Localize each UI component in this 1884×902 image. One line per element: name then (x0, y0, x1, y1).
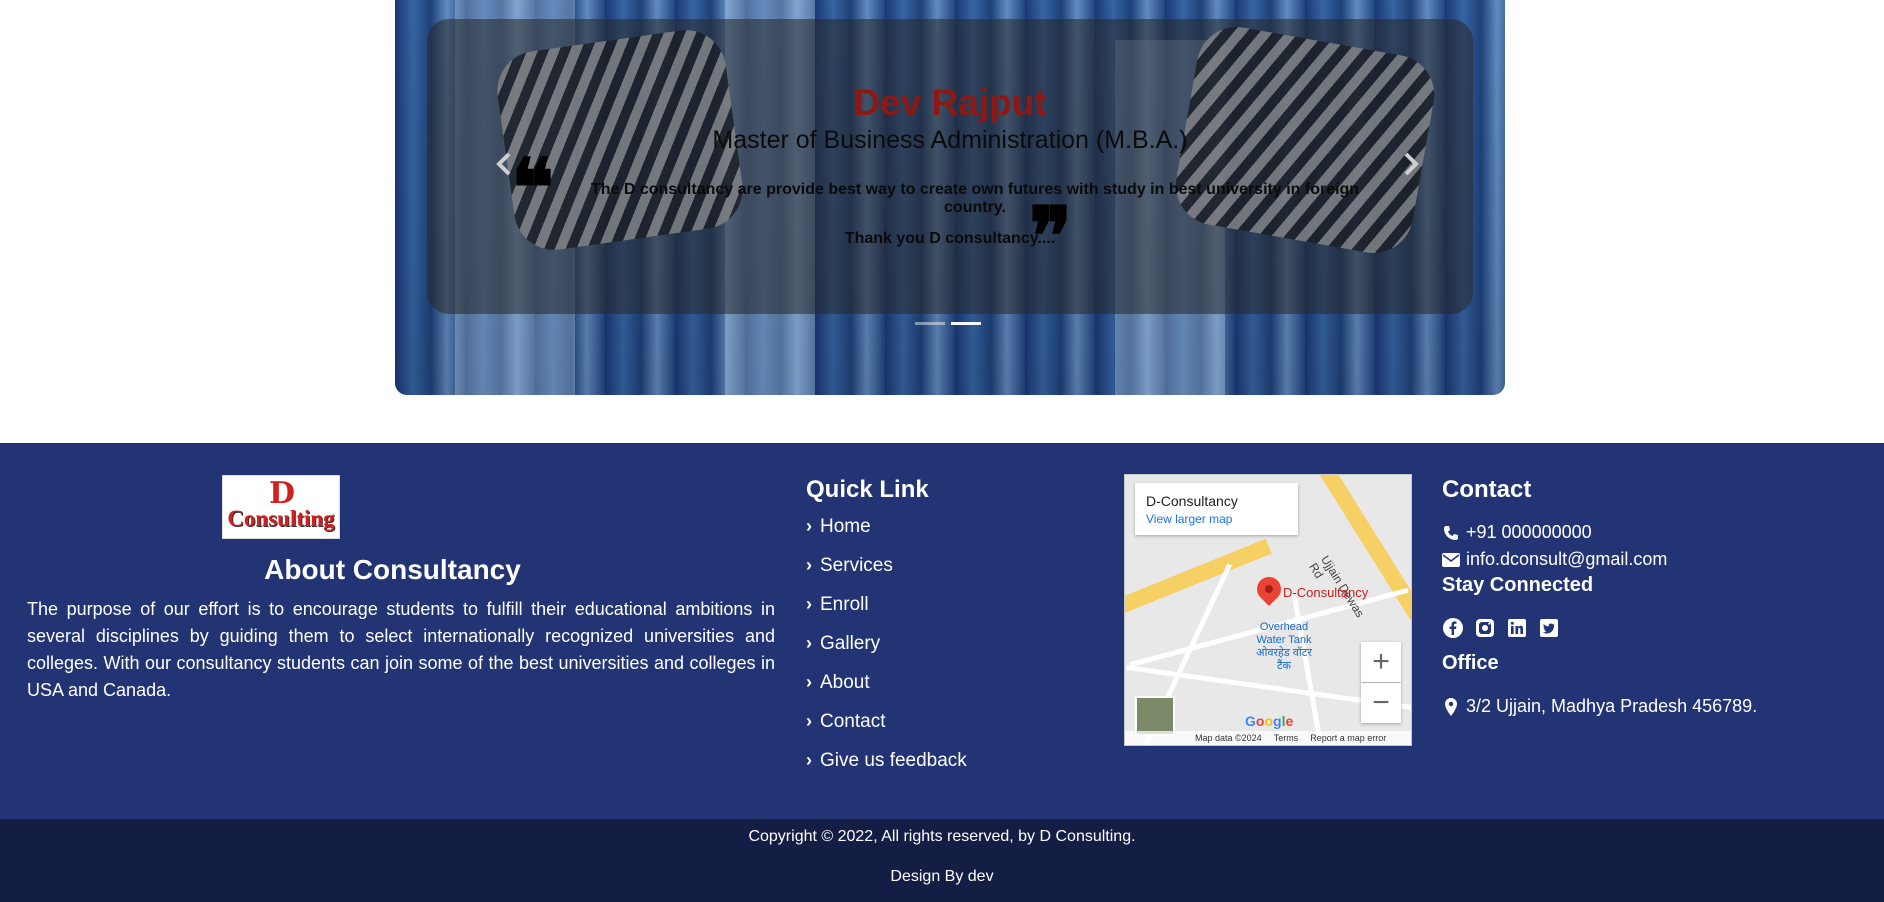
chevron-right-icon: › (806, 633, 812, 653)
testimonial-quote: The D consultancy are provide best way t… (590, 181, 1360, 216)
testimonial-thanks: Thank you D consultancy.... (844, 230, 1056, 247)
quick-link-label: Enroll (820, 594, 869, 615)
chevron-right-icon: › (806, 711, 812, 731)
quick-link-label: Services (820, 555, 893, 576)
quick-link-label: About (820, 672, 870, 693)
quick-link-feedback[interactable]: › Give us feedback (806, 750, 967, 789)
phone-number: +91 000000000 (1466, 522, 1592, 542)
testimonial-degree: Master of Business Administration (M.B.A… (712, 126, 1188, 154)
quick-link-gallery[interactable]: › Gallery (806, 633, 967, 672)
chevron-right-icon: › (806, 594, 812, 614)
social-links (1442, 617, 1560, 639)
testimonial-card (427, 19, 1473, 314)
testimonial-name: Dev Rajput (853, 82, 1047, 123)
map-pin-dot (1265, 585, 1273, 593)
map-attribution-bar: Map data ©2024 Terms Report a map error (1125, 731, 1411, 745)
logo-text: Consulting (227, 506, 335, 531)
linkedin-icon[interactable] (1506, 617, 1528, 639)
chevron-left-icon (496, 152, 511, 176)
phone-icon (1442, 524, 1460, 542)
map-zoom-in-button[interactable]: + (1361, 642, 1401, 682)
about-text: The purpose of our effort is to encourag… (27, 599, 775, 700)
view-larger-map-link[interactable]: View larger map (1146, 512, 1298, 526)
quick-link-about[interactable]: › About (806, 672, 967, 711)
quick-link-home[interactable]: › Home (806, 516, 967, 555)
map-zoom-out-button[interactable]: − (1361, 683, 1401, 723)
consulting-logo: D Consulting (222, 475, 340, 539)
about-title: About Consultancy (264, 554, 521, 585)
quick-link-label: Home (820, 516, 871, 537)
email-address: info.dconsult@gmail.com (1466, 549, 1668, 569)
google-logo: Google (1245, 713, 1294, 729)
quick-link-title: Quick Link (806, 476, 929, 503)
map-terms-link[interactable]: Terms (1274, 733, 1299, 743)
quick-link-label: Contact (820, 711, 886, 732)
map-place-card: D-Consultancy View larger map (1135, 483, 1298, 535)
quick-link-enroll[interactable]: › Enroll (806, 594, 967, 633)
office-address: 3/2 Ujjain, Madhya Pradesh 456789. (1442, 696, 1757, 717)
chevron-right-icon: › (806, 555, 812, 575)
office-title: Office (1442, 652, 1499, 674)
twitter-icon[interactable] (1538, 617, 1560, 639)
map-satellite-toggle[interactable] (1135, 696, 1175, 736)
chevron-right-icon (1404, 152, 1419, 176)
quick-link-services[interactable]: › Services (806, 555, 967, 594)
chevron-right-icon: › (806, 750, 812, 770)
map-marker-icon (1442, 697, 1460, 716)
google-map-embed[interactable]: D-Consultancy View larger map Ujjain Dew… (1124, 474, 1412, 746)
stay-connected-title: Stay Connected (1442, 574, 1594, 596)
carousel-next-button[interactable] (1395, 152, 1425, 182)
quick-link-label: Give us feedback (820, 750, 967, 771)
copyright-text: Copyright © 2022, All rights reserved, b… (748, 828, 1136, 845)
address-text: 3/2 Ujjain, Madhya Pradesh 456789. (1466, 696, 1758, 716)
testimonial-carousel: Dev Rajput Master of Business Administra… (395, 0, 1505, 395)
contact-title: Contact (1442, 476, 1532, 503)
contact-email[interactable]: info.dconsult@gmail.com (1442, 549, 1667, 570)
carousel-indicators (915, 322, 981, 325)
chevron-right-icon: › (806, 516, 812, 536)
envelope-icon (1442, 551, 1460, 569)
carousel-indicator-active[interactable] (951, 322, 981, 325)
quick-link-list: › Home › Services › Enroll › Gallery › About … (806, 516, 967, 789)
map-data-label: Map data ©2024 (1195, 733, 1262, 743)
copyright-bar: Copyright © 2022, All rights reserved, b… (0, 819, 1884, 902)
chevron-right-icon: › (806, 672, 812, 692)
facebook-icon[interactable] (1442, 617, 1464, 639)
map-pin-label: D-Consultancy (1283, 585, 1369, 600)
site-footer: D Consulting About Consultancy The purpo… (0, 443, 1884, 819)
map-poi-label: Overhead Water Tank ओवरहेड वॉटर टैंक (1256, 621, 1312, 672)
quick-link-label: Gallery (820, 633, 881, 654)
carousel-prev-button[interactable] (490, 152, 520, 182)
map-road (1125, 538, 1272, 618)
map-report-link[interactable]: Report a map error (1310, 733, 1386, 743)
instagram-icon[interactable] (1474, 617, 1496, 639)
map-place-name: D-Consultancy (1146, 493, 1238, 509)
design-credit: Design By dev (890, 868, 994, 885)
carousel-indicator[interactable] (915, 322, 945, 325)
close-quote-icon: ❞ (1029, 189, 1073, 283)
contact-phone[interactable]: +91 000000000 (1442, 522, 1592, 543)
quick-link-contact[interactable]: › Contact (806, 711, 967, 750)
